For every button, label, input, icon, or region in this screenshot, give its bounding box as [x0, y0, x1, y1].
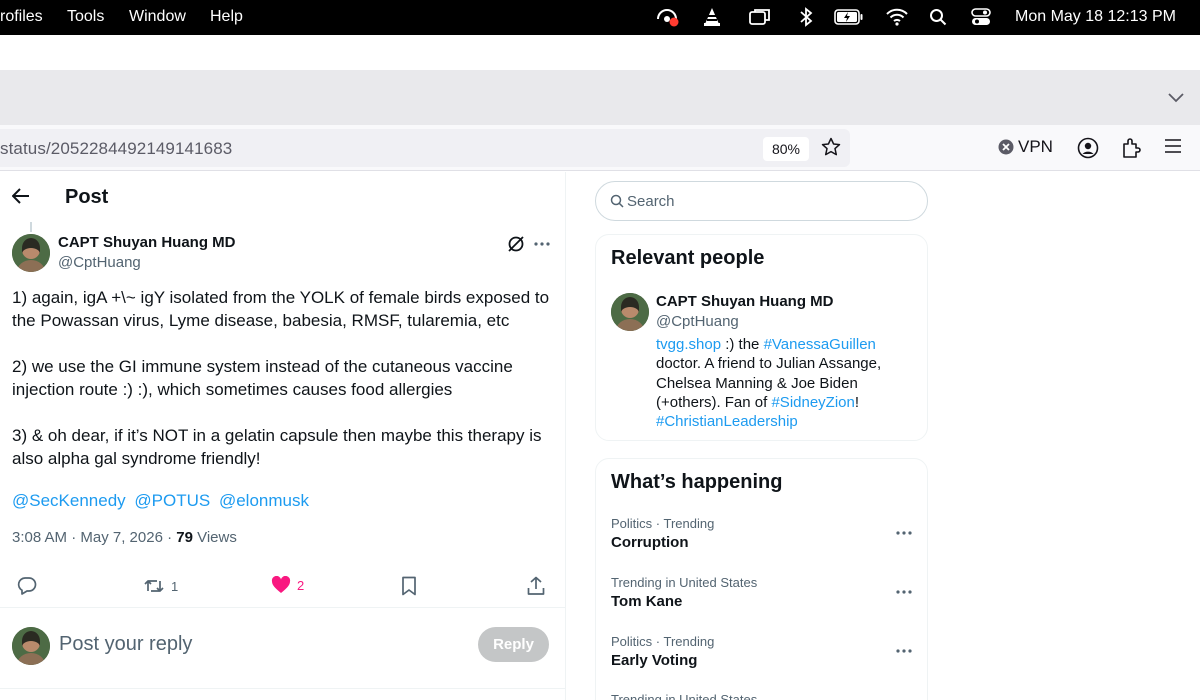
post-text: 1) again, igA +\~ igY isolated from the … — [12, 286, 552, 493]
reply-composer: Post your reply Reply — [0, 617, 566, 677]
trend-name: Early Voting — [611, 652, 698, 669]
mention-link[interactable]: @POTUS — [134, 491, 210, 510]
share-action[interactable] — [527, 576, 545, 596]
vlc-cone-icon[interactable] — [701, 6, 723, 28]
screen-mirroring-icon[interactable] — [748, 6, 772, 28]
relevant-people-title: Relevant people — [611, 247, 765, 269]
screen-recording-icon[interactable] — [655, 6, 681, 28]
views-label: Views — [192, 529, 237, 546]
menu-window[interactable]: Window — [129, 8, 186, 26]
battery-icon[interactable] — [833, 6, 865, 28]
control-center-icon[interactable] — [970, 6, 992, 28]
menu-help[interactable]: Help — [210, 8, 243, 26]
trend-item[interactable]: Trending in United States — [611, 692, 911, 700]
vpn-button[interactable]: VPN — [998, 137, 1053, 157]
primary-column: Post CAPT Shuyan Huang MD @CptHuang 1) a… — [0, 172, 566, 700]
author-avatar[interactable] — [12, 234, 50, 272]
mention-link[interactable]: @SecKennedy — [12, 491, 126, 510]
menu-profiles[interactable]: rofiles — [0, 8, 43, 26]
reply-bubble-icon — [17, 577, 37, 595]
thread-connector-line — [30, 222, 32, 232]
search-placeholder: Search — [627, 193, 675, 210]
bio-hashtag[interactable]: #ChristianLeadership — [656, 413, 798, 430]
spotlight-search-icon[interactable] — [928, 6, 948, 28]
post-timestamp[interactable]: 3:08 AM · May 7, 2026 · — [12, 529, 176, 546]
vpn-off-icon — [998, 139, 1014, 155]
user-avatar[interactable] — [12, 627, 50, 665]
repost-action[interactable]: 1 — [143, 576, 178, 596]
author-handle[interactable]: @CptHuang — [58, 254, 141, 271]
mention-link[interactable]: @elonmusk — [219, 491, 309, 510]
whats-happening-title: What’s happening — [611, 471, 783, 493]
vpn-label: VPN — [1018, 137, 1053, 156]
trend-name: Tom Kane — [611, 593, 683, 610]
reply-action[interactable] — [17, 576, 37, 596]
person-avatar[interactable] — [611, 293, 649, 331]
search-icon — [610, 194, 624, 213]
post-mentions: @SecKennedy @POTUS @elonmusk — [12, 491, 313, 511]
trend-item[interactable]: Politics · Trending Corruption — [611, 516, 912, 551]
divider — [0, 688, 566, 689]
bio-hashtag[interactable]: #SidneyZion — [771, 394, 854, 411]
more-options-icon[interactable] — [896, 640, 912, 658]
trend-item[interactable]: Trending in United States Tom Kane — [611, 575, 912, 610]
post-paragraph: 1) again, igA +\~ igY isolated from the … — [12, 288, 550, 330]
relevant-people-card: Relevant people CAPT Shuyan Huang MD @Cp… — [595, 234, 928, 441]
extensions-puzzle-icon[interactable] — [1121, 137, 1141, 164]
bookmark-icon — [402, 576, 416, 596]
bluetooth-icon[interactable] — [797, 6, 815, 28]
page-title: Post — [65, 186, 109, 208]
more-options-icon[interactable] — [896, 581, 912, 599]
wifi-icon[interactable] — [885, 6, 909, 28]
views-count: 79 — [176, 529, 193, 546]
whats-happening-card: What’s happening Politics · Trending Cor… — [595, 458, 928, 700]
bookmark-action[interactable] — [401, 576, 417, 596]
repost-count: 1 — [171, 578, 179, 594]
browser-tab-strip — [0, 70, 1200, 125]
trend-name: Corruption — [611, 534, 689, 551]
bio-text: :) the — [721, 336, 764, 353]
trend-context: Trending in United States — [611, 575, 758, 590]
account-icon[interactable] — [1077, 137, 1099, 164]
trend-item[interactable]: Politics · Trending Early Voting — [611, 634, 912, 669]
author-name[interactable]: CAPT Shuyan Huang MD — [58, 234, 236, 251]
like-action[interactable]: 2 — [271, 576, 304, 594]
search-input[interactable]: Search — [595, 181, 928, 221]
chevron-down-icon[interactable] — [1168, 90, 1184, 108]
zoom-level-badge[interactable]: 80% — [763, 137, 809, 161]
macos-menu-bar: rofiles Tools Window Help Mon May 18 12:… — [0, 0, 1200, 35]
post-paragraph: 3) & oh dear, if it’s NOT in a gelatin c… — [12, 426, 542, 468]
browser-toolbar: status/2052284492149141683 80% VPN — [0, 125, 1200, 171]
trend-context: Trending in United States — [611, 692, 758, 700]
repost-icon — [144, 580, 164, 592]
url-bar[interactable]: status/2052284492149141683 80% — [0, 129, 850, 167]
hamburger-menu-icon[interactable] — [1165, 139, 1181, 158]
person-bio: tvgg.shop :) the #VanessaGuillen doctor.… — [656, 335, 916, 431]
post-actions-bar: 1 2 — [0, 562, 566, 608]
trend-context: Politics · Trending — [611, 634, 715, 649]
back-arrow-icon[interactable] — [11, 188, 30, 209]
person-name[interactable]: CAPT Shuyan Huang MD — [656, 293, 834, 310]
bookmark-star-icon[interactable] — [821, 137, 841, 162]
reply-input[interactable]: Post your reply — [59, 633, 192, 656]
reply-button[interactable]: Reply — [478, 627, 549, 662]
bio-link[interactable]: tvgg.shop — [656, 336, 721, 353]
grok-icon[interactable] — [507, 235, 525, 258]
like-count: 2 — [297, 577, 305, 593]
post-meta: 3:08 AM · May 7, 2026 · 79 Views — [12, 529, 237, 546]
person-handle[interactable]: @CptHuang — [656, 313, 739, 330]
more-options-icon[interactable] — [533, 235, 551, 258]
menubar-clock[interactable]: Mon May 18 12:13 PM — [1015, 8, 1176, 26]
post-header: Post — [0, 172, 566, 222]
menu-tools[interactable]: Tools — [67, 8, 104, 26]
url-text[interactable]: status/2052284492149141683 — [0, 139, 232, 159]
trend-context: Politics · Trending — [611, 516, 715, 531]
share-icon — [527, 576, 545, 595]
more-options-icon[interactable] — [896, 522, 912, 540]
bio-text: ! — [854, 393, 860, 411]
bio-hashtag[interactable]: #VanessaGuillen — [764, 336, 876, 353]
heart-filled-icon — [271, 576, 291, 593]
post-paragraph: 2) we use the GI immune system instead o… — [12, 357, 513, 399]
